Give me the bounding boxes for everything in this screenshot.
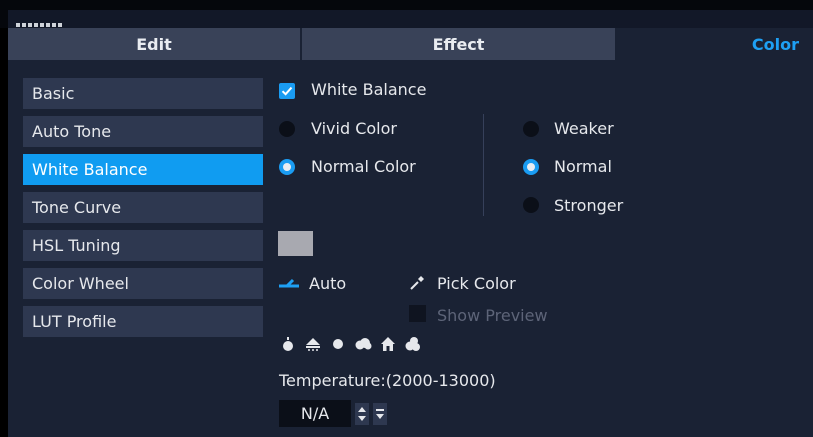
white-balance-presets [280,336,422,352]
weaker-label: Weaker [554,119,614,138]
sidebar-item-lut-profile[interactable]: LUT Profile [23,306,263,337]
sidebar-item-hsl-tuning[interactable]: HSL Tuning [23,230,263,261]
stronger-radio[interactable] [523,197,539,213]
normal-label: Normal [554,157,612,176]
color-sidebar: Basic Auto Tone White Balance Tone Curve… [23,78,263,344]
vivid-color-label: Vivid Color [311,119,397,138]
eyedropper-icon[interactable] [409,275,425,291]
checkmark-icon [281,86,293,96]
vivid-color-radio[interactable] [279,121,295,137]
auto-icon[interactable] [278,277,300,289]
temperature-dropdown-button[interactable] [373,403,387,425]
temperature-stepper[interactable] [355,403,369,425]
stepper-arrows-icon [358,407,366,421]
white-balance-checkbox[interactable] [279,83,295,99]
fluorescent-icon[interactable] [304,336,322,352]
temperature-input[interactable]: N/A [279,400,351,427]
show-preview-checkbox[interactable] [409,305,426,322]
shade-house-icon[interactable] [380,336,396,352]
chevron-down-icon [376,409,384,419]
normal-color-label: Normal Color [311,157,416,176]
tab-color[interactable]: Color [615,28,813,60]
tab-effect[interactable]: Effect [300,28,615,60]
sidebar-item-basic[interactable]: Basic [23,78,263,109]
drag-handle-bar[interactable] [8,10,813,28]
sun-icon[interactable] [330,336,346,352]
overcast-icon[interactable] [404,336,422,352]
weaker-radio[interactable] [523,121,539,137]
temperature-value: N/A [300,404,330,423]
sidebar-item-color-wheel[interactable]: Color Wheel [23,268,263,299]
tab-bar: Edit Effect Color [8,28,813,60]
pick-color-label[interactable]: Pick Color [437,274,516,293]
normal-color-radio[interactable] [279,159,295,175]
sidebar-item-white-balance[interactable]: White Balance [23,154,263,185]
auto-label[interactable]: Auto [309,274,346,293]
temperature-label: Temperature:(2000-13000) [279,371,496,390]
normal-radio[interactable] [523,159,539,175]
show-preview-label: Show Preview [437,306,548,325]
white-balance-label: White Balance [311,80,427,99]
cloud-icon[interactable] [354,336,372,352]
sidebar-item-tone-curve[interactable]: Tone Curve [23,192,263,223]
tab-edit[interactable]: Edit [8,28,300,60]
color-swatch[interactable] [278,231,313,256]
stronger-label: Stronger [554,196,624,215]
options-divider [483,114,484,216]
drag-grip-icon[interactable] [16,23,62,27]
sidebar-item-auto-tone[interactable]: Auto Tone [23,116,263,147]
candle-icon[interactable] [280,336,296,352]
